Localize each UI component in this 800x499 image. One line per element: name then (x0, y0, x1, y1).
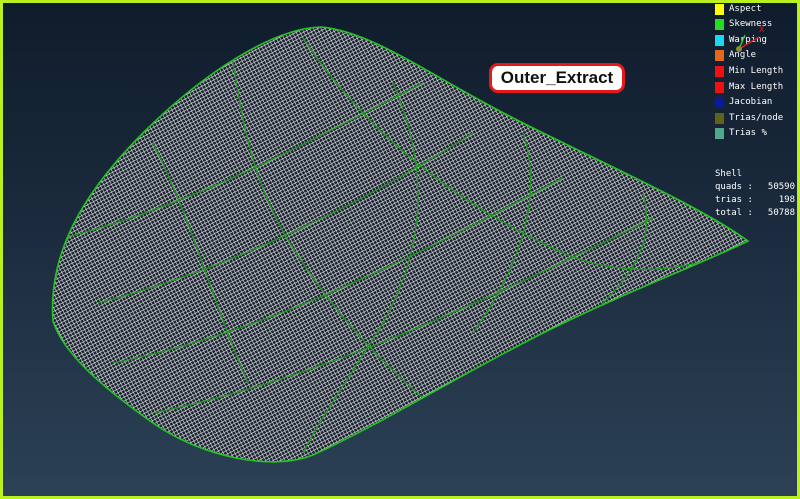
stat-value: 198 (778, 195, 795, 205)
element-statistics: Shell quads : 50590 trias : 198 total : … (715, 168, 795, 220)
legend-item-aspect[interactable]: Aspect (715, 3, 762, 15)
stat-label: quads : (715, 182, 753, 192)
legend-swatch (715, 112, 724, 124)
legend-swatch (715, 127, 724, 139)
legend-item-min-length[interactable]: Min Length (715, 65, 783, 77)
legend-swatch (715, 65, 724, 77)
mesh-elements (52, 27, 748, 462)
stat-value: 50788 (767, 208, 795, 218)
axis-x-label: X (759, 25, 765, 34)
legend-label: Aspect (729, 4, 762, 14)
legend-label: Trias % (729, 128, 767, 138)
outer-extract-label[interactable]: Outer_Extract (489, 63, 625, 93)
legend-swatch (715, 18, 724, 30)
legend-item-jacobian[interactable]: Jacobian (715, 96, 772, 108)
legend-swatch (715, 34, 724, 46)
legend-label: Jacobian (729, 97, 773, 107)
axis-triad: X (736, 25, 765, 52)
stat-value: 50590 (767, 182, 795, 192)
legend-item-trias-node[interactable]: Trias/node (715, 112, 783, 124)
legend-label: Trias/node (729, 113, 784, 123)
legend-item-trias-percent[interactable]: Trias % (715, 127, 767, 139)
legend-label: Max Length (729, 82, 784, 92)
stat-row-trias: trias : 198 (715, 194, 795, 207)
legend-swatch (715, 96, 724, 108)
stat-label: trias : (715, 195, 753, 205)
legend-item-max-length[interactable]: Max Length (715, 81, 783, 93)
legend-label: Min Length (729, 66, 784, 76)
stat-row-quads: quads : 50590 (715, 181, 795, 194)
legend-swatch (715, 3, 724, 15)
stat-row-total: total : 50788 (715, 207, 795, 220)
stats-title: Shell (715, 169, 743, 179)
graphics-viewport[interactable]: Outer_Extract Aspect Skewness Warping An… (0, 0, 800, 499)
stat-label: total : (715, 208, 753, 218)
shell-mesh-surface[interactable] (3, 3, 800, 499)
legend-swatch (715, 81, 724, 93)
legend-swatch (715, 49, 724, 61)
